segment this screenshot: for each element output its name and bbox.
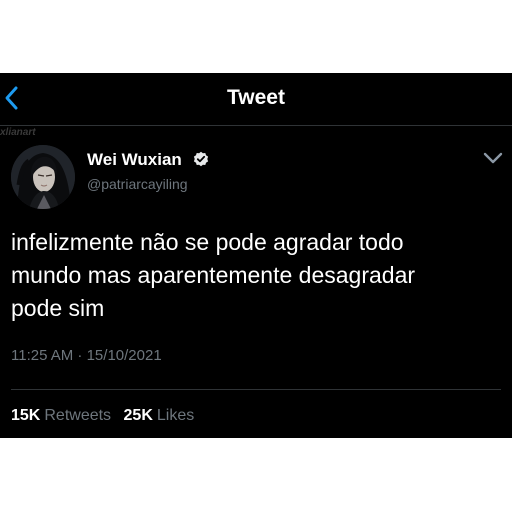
more-options-button[interactable]	[482, 151, 504, 165]
tweet-timestamp[interactable]: 11:25 AM · 15/10/2021	[11, 347, 162, 364]
tweet-stats: 15K Retweets 25K Likes	[11, 407, 202, 425]
likes-stat[interactable]: 25K Likes	[124, 407, 195, 425]
avatar[interactable]	[11, 145, 75, 209]
watermark-text: xlianart	[0, 127, 36, 138]
chevron-down-icon	[483, 152, 503, 164]
avatar-image	[11, 145, 75, 209]
divider	[11, 389, 501, 390]
likes-count: 25K	[123, 407, 153, 424]
page-title: Tweet	[227, 86, 285, 109]
retweets-count: 15K	[11, 407, 41, 424]
likes-label: Likes	[156, 407, 195, 424]
author-display-name[interactable]: Wei Wuxian	[87, 150, 182, 170]
retweets-label: Retweets	[44, 407, 112, 424]
verified-badge-icon	[193, 151, 209, 167]
author-handle[interactable]: @patriarcayiling	[87, 176, 188, 192]
tweet-text: infelizmente não se pode agradar todo mu…	[11, 229, 416, 321]
tweet-screen: Tweet xlianart Wei Wuxian @patriarcayili…	[0, 73, 512, 438]
retweets-stat[interactable]: 15K Retweets	[11, 407, 111, 425]
top-navigation-bar: Tweet	[0, 73, 512, 126]
